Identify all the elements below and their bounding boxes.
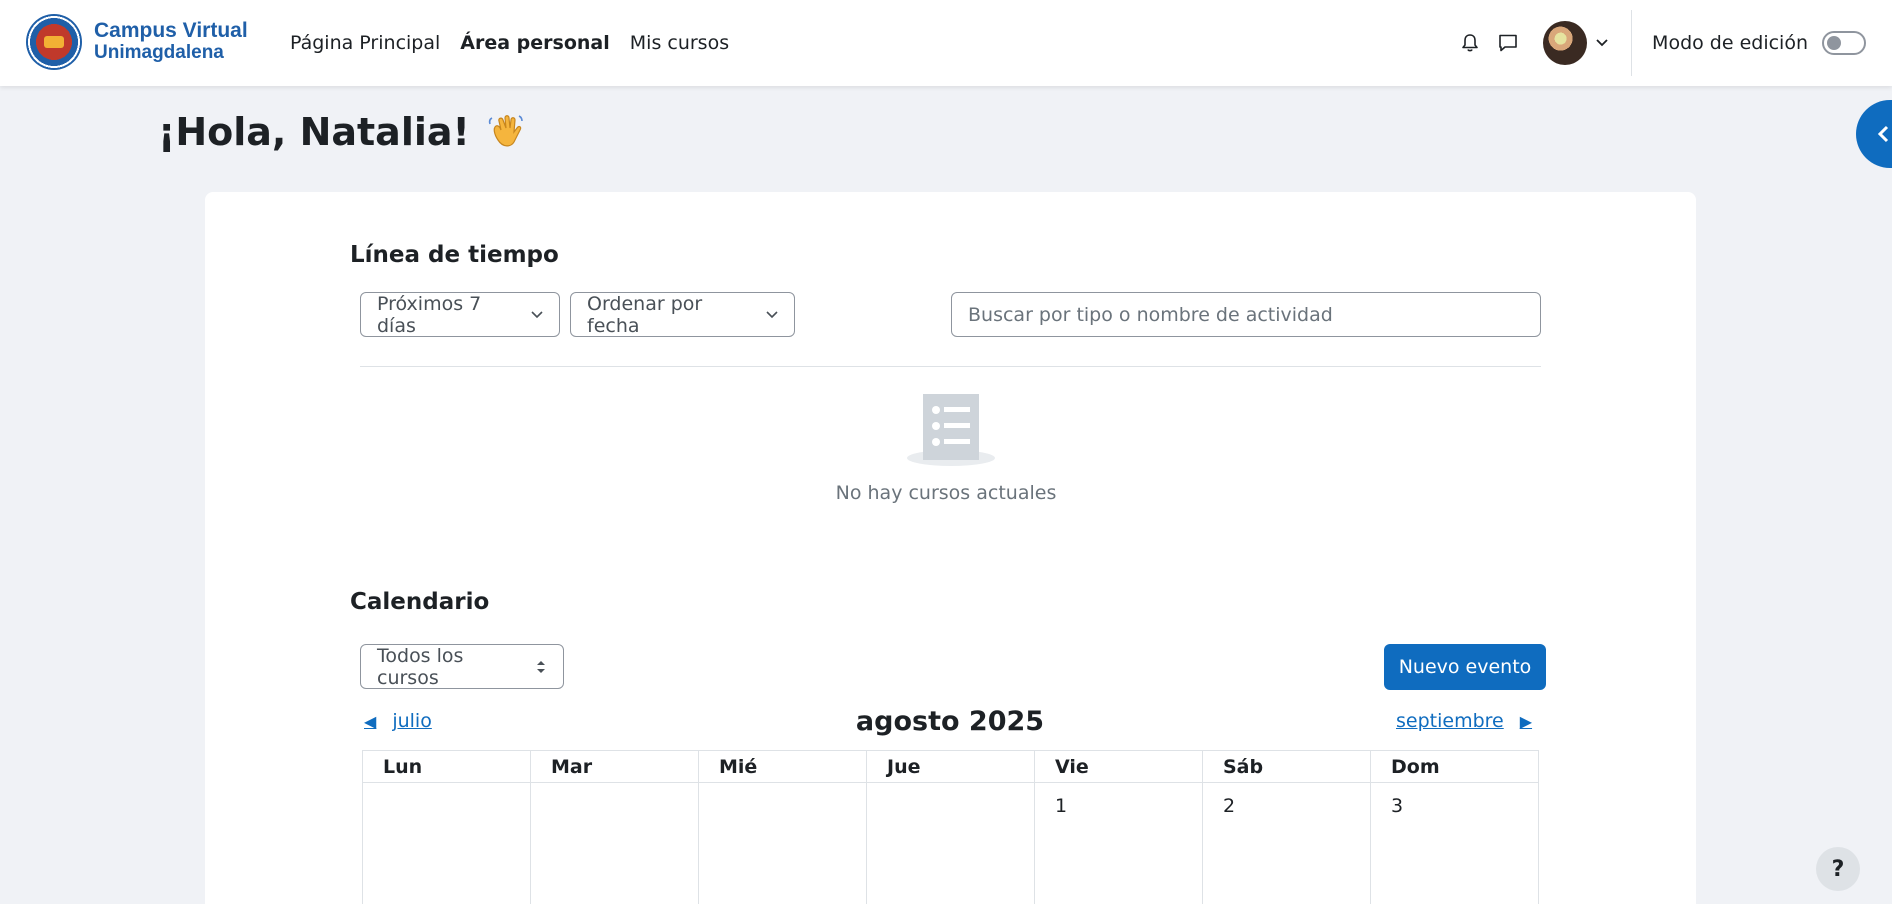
nav-area-personal[interactable]: Área personal bbox=[460, 32, 609, 54]
calendar-course-filter-label: Todos los cursos bbox=[377, 644, 464, 689]
arrow-right-icon: ▶ bbox=[1519, 711, 1533, 731]
user-nav: Modo de edición bbox=[1451, 0, 1892, 86]
empty-list-icon bbox=[907, 394, 995, 466]
university-seal-logo bbox=[26, 14, 82, 70]
user-avatar[interactable] bbox=[1543, 21, 1588, 65]
page-title: ¡Hola, Natalia! bbox=[158, 110, 528, 154]
logo-text: Campus Virtual Unimagdalena bbox=[94, 20, 248, 64]
edit-mode-label: Modo de edición bbox=[1652, 32, 1808, 54]
chat-bubble-icon bbox=[1499, 34, 1517, 52]
top-navbar: Campus Virtual Unimagdalena Página Princ… bbox=[0, 0, 1892, 86]
greeting-text: ¡Hola, Natalia! bbox=[158, 110, 470, 154]
timeline-divider bbox=[360, 366, 1541, 367]
timeline-day-filter-label: Próximos 7 días bbox=[377, 292, 482, 337]
calendar-month-title: agosto 2025 bbox=[855, 706, 1045, 737]
timeline-sort-label: Ordenar por fecha bbox=[587, 292, 703, 337]
next-month-label: septiembre bbox=[1396, 710, 1504, 732]
site-logo[interactable]: Campus Virtual Unimagdalena bbox=[26, 14, 248, 70]
weekday-header: Sáb bbox=[1202, 750, 1371, 783]
sort-arrows-icon bbox=[536, 660, 549, 674]
chevron-down-icon bbox=[766, 308, 780, 322]
chevron-down-icon bbox=[531, 308, 545, 322]
weekday-header-row: Lun Mar Mié Jue Vie Sáb Dom bbox=[362, 750, 1539, 783]
weekday-header: Mar bbox=[530, 750, 699, 783]
header-divider bbox=[1631, 10, 1633, 76]
calendar-title: Calendario bbox=[350, 589, 490, 615]
bell-icon bbox=[1462, 34, 1478, 52]
timeline-search-input[interactable] bbox=[951, 292, 1541, 337]
primary-nav: Página Principal Área personal Mis curso… bbox=[290, 0, 749, 86]
weekday-header: Jue bbox=[866, 750, 1035, 783]
nav-pagina-principal[interactable]: Página Principal bbox=[290, 32, 440, 54]
help-button[interactable]: ? bbox=[1816, 847, 1860, 891]
calendar-day-cell bbox=[530, 782, 699, 904]
timeline-title: Línea de tiempo bbox=[350, 242, 559, 268]
chevron-left-icon bbox=[1877, 125, 1889, 143]
open-block-drawer-button[interactable] bbox=[1856, 100, 1892, 168]
new-event-button[interactable]: Nuevo evento bbox=[1384, 644, 1546, 690]
calendar-course-filter[interactable]: Todos los cursos bbox=[360, 644, 564, 689]
calendar-day-cell bbox=[866, 782, 1035, 904]
messages-button[interactable] bbox=[1489, 24, 1527, 62]
nav-mis-cursos[interactable]: Mis cursos bbox=[630, 32, 729, 54]
timeline-sort-filter[interactable]: Ordenar por fecha bbox=[570, 292, 795, 337]
calendar-grid: Lun Mar Mié Jue Vie Sáb Dom 1 2 3 bbox=[362, 750, 1539, 904]
weekday-header: Dom bbox=[1370, 750, 1539, 783]
next-month-link[interactable]: septiembre ▶ bbox=[1396, 710, 1532, 732]
calendar-day-cell bbox=[698, 782, 867, 904]
calendar-day-cell bbox=[362, 782, 531, 904]
logo-line-2: Unimagdalena bbox=[94, 42, 224, 63]
logo-line-1: Campus Virtual bbox=[94, 19, 248, 42]
weekday-header: Lun bbox=[362, 750, 531, 783]
notifications-button[interactable] bbox=[1451, 24, 1489, 62]
weekday-header: Mié bbox=[698, 750, 867, 783]
calendar-day-cell[interactable]: 1 bbox=[1034, 782, 1203, 904]
calendar-day-cell[interactable]: 2 bbox=[1202, 782, 1371, 904]
waving-hand-icon bbox=[488, 115, 523, 147]
timeline-empty-message: No hay cursos actuales bbox=[835, 482, 1057, 504]
weekday-header: Vie bbox=[1034, 750, 1203, 783]
calendar-week-row: 1 2 3 bbox=[362, 782, 1539, 904]
calendar-day-cell[interactable]: 3 bbox=[1370, 782, 1539, 904]
chevron-down-icon[interactable] bbox=[1593, 34, 1611, 52]
timeline-day-filter[interactable]: Próximos 7 días bbox=[360, 292, 560, 337]
edit-mode-toggle[interactable] bbox=[1822, 31, 1866, 55]
